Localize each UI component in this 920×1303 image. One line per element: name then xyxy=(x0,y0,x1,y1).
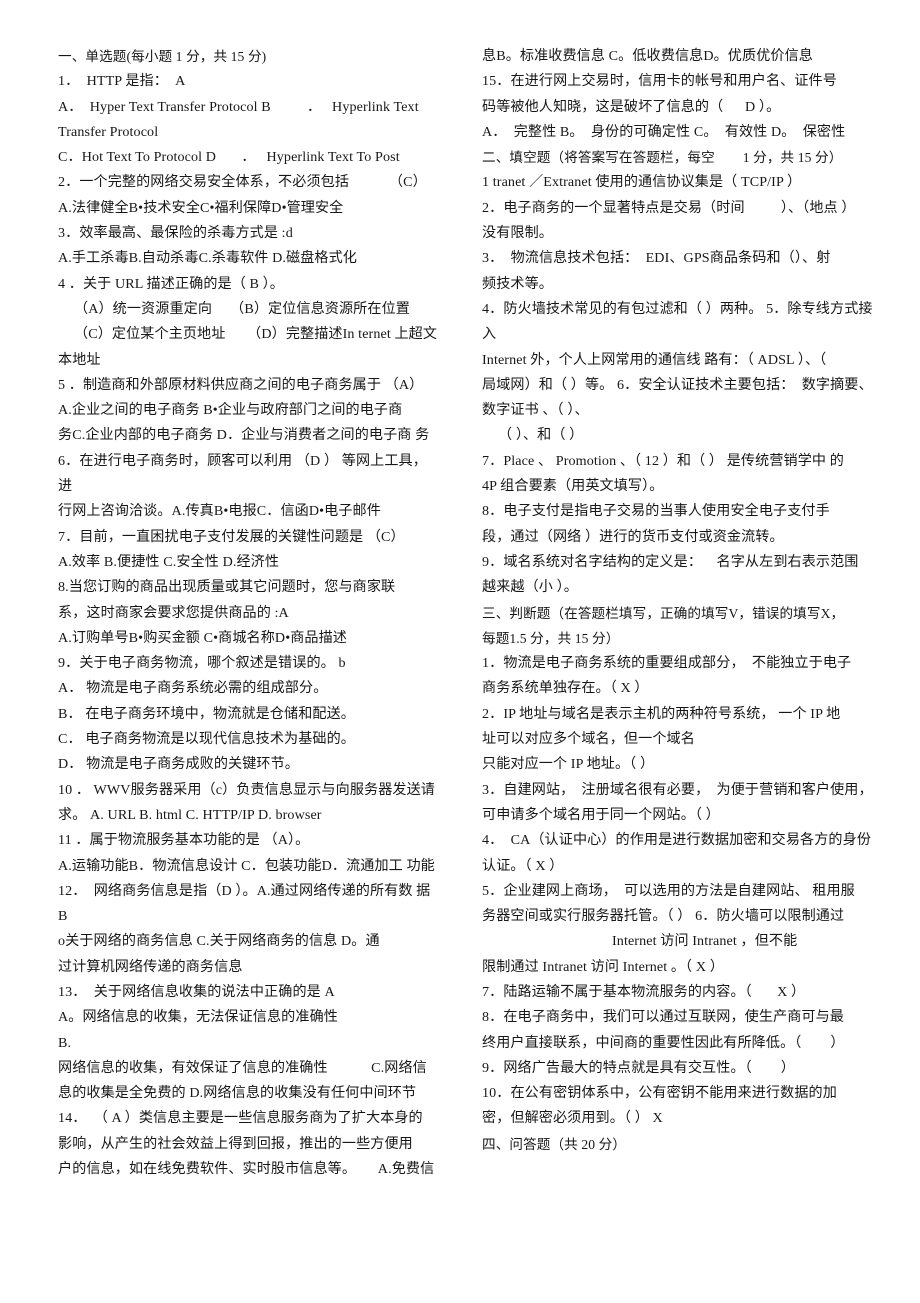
right-line-r17: 4P 组合要素（用英文填写）。 xyxy=(482,478,664,495)
left-line-l10: 4 ．关于 URL 描述正确的是（ B ）。 xyxy=(58,275,285,292)
right-line-r4: A． 完整性 B。 身份的可确定性 C。 有效性 D。 保密性 xyxy=(482,123,846,140)
left-line-l32: A.运输功能B．物流信息设计 C．包装功能D．流通加工 功能 xyxy=(58,857,435,874)
left-line-l24: 9．关于电子商务物流，哪个叙述是错误的。 b xyxy=(58,655,346,672)
left-line-l11: （A）统一资源重定向 （B）定位信息资源所在位置 xyxy=(74,300,410,317)
left-line-l20: A.效率 B.便捷性 C.安全性 D.经济性 xyxy=(58,553,280,570)
right-line-r38: 8．在电子商务中，我们可以通过互联网，使生产商可与最 xyxy=(482,1009,844,1026)
left-line-l35: 过计算机网络传递的商务信息 xyxy=(58,958,243,975)
right-line-r41: 10．在公有密钥体系中，公有密钥不能用来进行数据的加 xyxy=(482,1085,837,1102)
left-line-l9: A.手工杀毒B.自动杀毒C.杀毒软件 D.磁盘格式化 xyxy=(58,250,357,267)
left-line-l17: 6．在进行电子商务时，顾客可以利用 （D ） 等网上工具，进 xyxy=(58,452,427,495)
right-line-r3: 码等被他人知晓，这是破坏了信息的（ D ）。 xyxy=(482,98,781,115)
left-line-l16: 务C.企业内部的电子商务 D．企业与消费者之间的电子商 务 xyxy=(58,427,430,444)
left-line-l5: C．Hot Text To Protocol D ． Hyperlink Tex… xyxy=(58,149,400,166)
left-line-l30: 求。 A. URL B. html C. HTTP/IP D. browser xyxy=(58,806,322,823)
left-line-l31: 11 ．属于物流服务基本功能的是 （A）。 xyxy=(58,832,310,849)
left-line-l34: o关于网络的商务信息 C.关于网络商务的信息 D。通 xyxy=(58,933,380,950)
left-line-l12: （C）定位某个主页地址 （D）完整描述In ternet 上超文 xyxy=(74,326,438,343)
left-line-l8: 3．效率最高、最保险的杀毒方式是 :d xyxy=(58,225,293,242)
left-line-l41: 14． （ A ）类信息主要是一些信息服务商为了扩大本身的 xyxy=(58,1110,423,1127)
right-line-r31: 4． CA（认证中心）的作用是进行数据加密和交易各方的身份 xyxy=(482,832,872,849)
right-line-r33: 5．企业建网上商场， 可以选用的方法是自建网站、 租用服 xyxy=(482,882,855,899)
right-line-r6: 1 tranet ／Extranet 使用的通信协议集是（ TCP/IP ） xyxy=(482,174,802,191)
right-line-r12: Internet 外，个人上网常用的通信线 路有：（ ADSL ）、（ xyxy=(482,351,827,368)
right-line-r25: 商务系统单独存在。（ X ） xyxy=(482,680,649,697)
right-line-r23: 每题1.5 分，共 15 分） xyxy=(482,630,620,646)
right-line-r36: 限制通过 Intranet 访问 Internet 。（ X ） xyxy=(482,958,724,975)
left-line-l40: 息的收集是全免费的 D.网络信息的收集没有任何中间环节 xyxy=(58,1085,417,1102)
right-line-r11: 4．防火墙技术常见的有包过滤和（ ）两种。 5．除专线方式接入 xyxy=(482,300,873,343)
left-line-l4: Transfer Protocol xyxy=(58,123,159,140)
right-line-r42: 密，但解密必须用到。（ ） X xyxy=(482,1110,663,1127)
left-line-l7: A.法律健全B•技术安全C•福利保障D•管理安全 xyxy=(58,199,344,216)
left-line-l33: 12． 网络商务信息是指（D ）。A.通过网络传递的所有数 据B xyxy=(58,882,431,925)
left-column: 一、单选题(每小题 1 分，共 15 分) 1． HTTP 是指： A A． Hyp… xyxy=(0,44,460,1182)
left-line-l15: A.企业之间的电子商务 B•企业与政府部门之间的电子商 xyxy=(58,402,403,419)
exam-page: 一、单选题(每小题 1 分，共 15 分) 1． HTTP 是指： A A． Hyp… xyxy=(0,0,920,1303)
left-line-l29: 10 ． WWV服务器采用（c）负责信息显示与向服务器发送请 xyxy=(58,781,435,798)
left-line-l3: A． Hyper Text Transfer Protocol B ． Hype… xyxy=(58,98,419,115)
right-line-r14: 数字证书 、（ ）、 xyxy=(482,402,589,419)
right-line-r26: 2．IP 地址与域名是表示主机的两种符号系统， 一个 IP 地 xyxy=(482,705,841,722)
right-line-r21: 越来越（小 ）。 xyxy=(482,579,578,596)
right-line-r32: 认证。（ X ） xyxy=(482,857,564,874)
right-line-r34: 务器空间或实行服务器托管。（ ） 6．防火墙可以限制通过 xyxy=(482,908,845,925)
right-line-r35: Internet 访问 Intranet ，但不能 xyxy=(612,933,798,950)
left-line-l27: C． 电子商务物流是以现代信息技术为基础的。 xyxy=(58,731,355,748)
right-line-r18: 8．电子支付是指电子交易的当事人使用安全电子支付手 xyxy=(482,503,830,520)
right-column: 息B。标准收费信息 C。低收费信息D。优质优价信息 15．在进行网上交易时，信用卡… xyxy=(460,44,920,1157)
left-line-l21: 8.当您订购的商品出现质量或其它问题时，您与商家联 xyxy=(58,579,396,596)
right-line-r20: 9．域名系统对名字结构的定义是： 名字从左到右表示范围 xyxy=(482,553,859,570)
two-column-layout: 一、单选题(每小题 1 分，共 15 分) 1． HTTP 是指： A A． Hyp… xyxy=(0,44,920,1303)
left-line-l1: 一、单选题(每小题 1 分，共 15 分) xyxy=(58,49,267,64)
left-line-l25: A． 物流是电子商务系统必需的组成部分。 xyxy=(58,680,328,697)
right-line-r24: 1．物流是电子商务系统的重要组成部分， 不能独立于电子 xyxy=(482,655,852,672)
right-line-r43: 四、问答题（共 20 分） xyxy=(482,1136,627,1152)
right-line-r7: 2．电子商务的一个显著特点是交易（时间 ）、（地点 ） xyxy=(482,199,856,216)
right-line-r10: 频技术等。 xyxy=(482,275,553,292)
left-line-l18: 行网上咨询洽谈。A.传真B•电报C．信函D•电子邮件 xyxy=(58,503,381,520)
right-line-r9: 3． 物流信息技术包括： EDI、GPS商品条码和（）、射 xyxy=(482,250,831,267)
left-line-l19: 7．目前，一直困扰电子支付发展的关键性问题是 （C） xyxy=(58,528,405,545)
left-line-l6: 2．一个完整的网络交易安全体系，不必须包括 （C） xyxy=(58,174,427,191)
right-line-r29: 3．自建网站， 注册域名很有必要， 为便于营销和客户使用， xyxy=(482,781,873,798)
left-line-l37: A。网络信息的收集，无法保证信息的准确性 xyxy=(58,1009,338,1026)
right-line-r37: 7．陆路运输不属于基本物流服务的内容。（ X ） xyxy=(482,983,806,1000)
left-line-l13: 本地址 xyxy=(58,351,101,368)
left-line-l26: B． 在电子商务环境中，物流就是仓储和配送。 xyxy=(58,705,355,722)
left-line-l42: 影响，从产生的社会效益上得到回报，推出的一些方便用 xyxy=(58,1135,413,1152)
right-line-r1: 息B。标准收费信息 C。低收费信息D。优质优价信息 xyxy=(482,48,813,64)
right-line-r8: 没有限制。 xyxy=(482,225,553,242)
right-line-r22: 三、判断题（在答题栏填写，正确的填写V，错误的填写X， xyxy=(482,605,845,621)
right-line-r15: （ ）、和（ ） xyxy=(498,427,584,444)
right-line-r13: 局域网）和（ ）等。 6．安全认证技术主要包括： 数字摘要、 xyxy=(482,376,873,393)
right-line-r5: 二、填空题（将答案写在答题栏，每空 1 分，共 15 分） xyxy=(482,150,843,166)
left-line-l36: 13． 关于网络信息收集的说法中正确的是 A xyxy=(58,983,335,1000)
right-line-r40: 9．网络广告最大的特点就是具有交互性。（ ） xyxy=(482,1059,795,1076)
left-line-l39: 网络信息的收集，有效保证了信息的准确性 C.网络信 xyxy=(58,1059,427,1076)
left-line-l28: D． 物流是电子商务成败的关键环节。 xyxy=(58,756,299,773)
right-line-r19: 段，通过（网络 ）进行的货币支付或资金流转。 xyxy=(482,528,784,545)
left-line-l43: 户的信息，如在线免费软件、实时股市信息等。 A.免费信 xyxy=(58,1161,435,1178)
left-line-l22: 系，这时商家会要求您提供商品的 :A xyxy=(58,604,289,621)
right-line-r30: 可申请多个域名用于同一个网站。（ ） xyxy=(482,806,720,823)
right-line-r16: 7．Place 、 Promotion 、（ 12 ）和（ ） 是传统营销学中 … xyxy=(482,452,844,469)
left-line-l38: B. xyxy=(58,1034,72,1051)
right-line-r39: 终用户直接联系，中间商的重要性因此有所降低。（ ） xyxy=(482,1034,845,1051)
right-line-r27: 址可以对应多个域名，但一个域名 xyxy=(482,731,695,748)
right-line-r2: 15．在进行网上交易时，信用卡的帐号和用户名、证件号 xyxy=(482,73,837,90)
left-line-l14: 5 ．制造商和外部原材料供应商之间的电子商务属于 （A） xyxy=(58,376,424,393)
left-line-l2: 1． HTTP 是指： A xyxy=(58,73,186,90)
left-line-l23: A.订购单号B•购买金额 C•商城名称D•商品描述 xyxy=(58,629,348,646)
right-line-r28: 只能对应一个 IP 地址。（ ） xyxy=(482,756,655,773)
